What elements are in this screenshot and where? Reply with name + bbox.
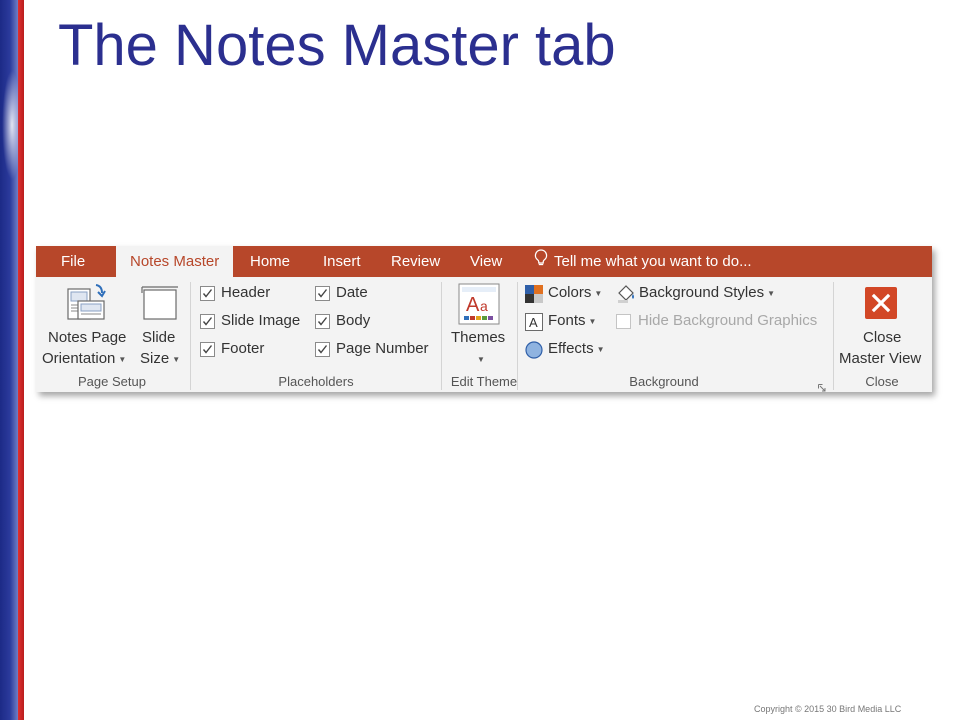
- chevron-down-icon: ▼: [767, 288, 775, 298]
- group-label-page-setup: Page Setup: [78, 374, 146, 389]
- red-accent-stripe: [18, 0, 24, 720]
- close-label-line1: Close: [863, 329, 902, 346]
- date-label: Date: [336, 284, 368, 301]
- size-label: Size: [140, 350, 170, 367]
- effects-dropdown[interactable]: Effects ▼: [548, 340, 605, 357]
- group-divider: [190, 282, 191, 390]
- checkmark-icon: [202, 289, 213, 298]
- date-checkbox[interactable]: [315, 286, 330, 301]
- background-styles-label: Background Styles: [639, 284, 765, 301]
- effects-icon: [525, 341, 543, 364]
- notes-page-orientation-dropdown[interactable]: Orientation ▼: [42, 350, 126, 367]
- colors-dropdown[interactable]: Colors ▼: [548, 284, 602, 301]
- svg-text:a: a: [480, 298, 488, 314]
- hide-background-graphics-checkbox[interactable]: [616, 314, 631, 329]
- group-label-background: Background: [629, 374, 699, 389]
- tab-view[interactable]: View: [470, 246, 502, 277]
- fonts-icon: A: [525, 313, 543, 336]
- svg-text:A: A: [529, 315, 538, 330]
- chevron-down-icon: ▼: [172, 354, 181, 364]
- slide-left-accent-bar: [0, 0, 26, 720]
- svg-text:A: A: [466, 294, 480, 316]
- themes-dropdown[interactable]: ▼: [474, 350, 485, 367]
- chevron-down-icon: ▼: [118, 354, 127, 364]
- group-divider: [833, 282, 834, 390]
- notes-page-orientation-button[interactable]: [66, 283, 108, 328]
- fonts-dropdown[interactable]: Fonts ▼: [548, 312, 596, 329]
- slide-image-label: Slide Image: [221, 312, 301, 329]
- checkmark-icon: [317, 345, 328, 354]
- footer-label: Footer: [221, 340, 265, 357]
- slide-title: The Notes Master tab: [58, 13, 616, 78]
- slide-size-dropdown[interactable]: Size ▼: [140, 350, 180, 367]
- group-label-placeholders: Placeholders: [278, 374, 354, 389]
- colors-icon: [525, 285, 543, 308]
- tab-review[interactable]: Review: [391, 246, 440, 277]
- group-divider: [517, 282, 518, 390]
- paint-bucket-icon: [616, 284, 636, 309]
- tell-me-text: Tell me what you want to do...: [554, 253, 752, 270]
- themes-icon: A a: [458, 283, 500, 325]
- notes-page-orientation-icon: [67, 284, 106, 320]
- page-number-checkbox[interactable]: [315, 342, 330, 357]
- group-divider: [441, 282, 442, 390]
- group-label-edit-theme: Edit Theme: [450, 374, 518, 389]
- tab-home[interactable]: Home: [250, 246, 290, 277]
- checkmark-icon: [317, 317, 328, 326]
- chevron-down-icon: ▼: [596, 344, 605, 354]
- ribbon: File Notes Master Home Insert Review Vie…: [36, 246, 932, 392]
- dialog-launcher-icon[interactable]: [818, 379, 826, 392]
- page-number-label: Page Number: [336, 340, 429, 357]
- colors-label: Colors: [548, 284, 592, 301]
- tab-insert[interactable]: Insert: [323, 246, 361, 277]
- checkmark-icon: [202, 317, 213, 326]
- slide-size-label-line1: Slide: [142, 329, 176, 346]
- hide-background-graphics-label: Hide Background Graphics: [638, 312, 818, 329]
- copyright-text: Copyright © 2015 30 Bird Media LLC: [754, 704, 902, 714]
- footer-checkbox[interactable]: [200, 342, 215, 357]
- ribbon-body: Notes Page Orientation ▼ Slide Size ▼ Page…: [36, 277, 932, 392]
- themes-button[interactable]: A a: [458, 283, 500, 330]
- header-checkbox[interactable]: [200, 286, 215, 301]
- chevron-down-icon: ▼: [588, 316, 597, 326]
- checkmark-icon: [317, 289, 328, 298]
- body-label: Body: [336, 312, 371, 329]
- ribbon-tab-bar: File Notes Master Home Insert Review Vie…: [36, 246, 932, 278]
- close-icon: [865, 287, 897, 319]
- fonts-label: Fonts: [548, 312, 586, 329]
- group-label-close: Close: [865, 374, 899, 389]
- tab-file[interactable]: File: [61, 246, 85, 277]
- close-master-view-button[interactable]: [865, 287, 897, 324]
- lightbulb-icon: [534, 247, 548, 278]
- header-label: Header: [221, 284, 271, 301]
- orientation-label: Orientation: [42, 350, 116, 367]
- slide-image-checkbox[interactable]: [200, 314, 215, 329]
- notes-page-label-line1: Notes Page: [48, 329, 127, 346]
- slide-size-button[interactable]: [140, 285, 180, 328]
- themes-label: Themes: [451, 329, 506, 346]
- chevron-down-icon: ▼: [477, 354, 485, 364]
- checkmark-icon: [202, 345, 213, 354]
- effects-label: Effects: [548, 340, 594, 357]
- tell-me-box[interactable]: Tell me what you want to do...: [534, 246, 752, 277]
- tab-notes-master[interactable]: Notes Master: [116, 246, 234, 278]
- close-label-line2: Master View: [839, 350, 922, 367]
- background-styles-dropdown[interactable]: Background Styles ▼: [639, 284, 775, 301]
- chevron-down-icon: ▼: [594, 288, 603, 298]
- body-checkbox[interactable]: [315, 314, 330, 329]
- slide-size-icon: [141, 286, 178, 320]
